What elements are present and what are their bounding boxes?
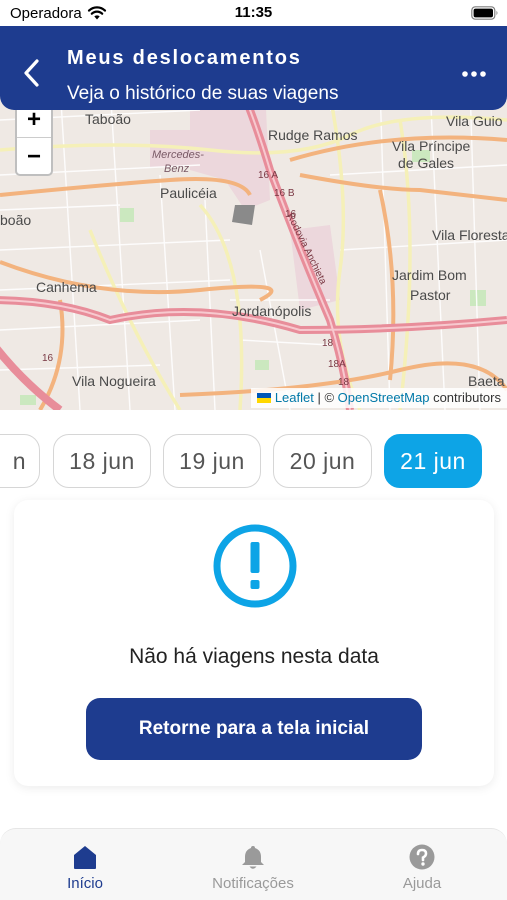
nav-item-inicio[interactable]: Início (25, 829, 145, 900)
map-label: boão (0, 212, 31, 228)
alert-circle-icon (213, 524, 297, 608)
date-chip[interactable]: n (0, 434, 40, 488)
nav-item-notificacoes[interactable]: Notificações (193, 829, 313, 900)
date-chip[interactable]: 18 jun (53, 434, 151, 488)
map-label: Jardim Bom (392, 267, 467, 283)
app-header: Meus deslocamentos Veja o histórico de s… (0, 26, 507, 110)
ukraine-flag-icon (256, 393, 271, 403)
map-label: 16 A (258, 170, 278, 181)
nav-item-ajuda[interactable]: Ajuda (362, 829, 482, 900)
date-chip[interactable]: 19 jun (163, 434, 261, 488)
home-icon (74, 846, 96, 869)
map-label: Taboão (85, 111, 131, 127)
date-selector: n 18 jun 19 jun 20 jun 21 jun (0, 434, 507, 490)
app-screen: Operadora 11:35 Taboão Mercedes- Benz Pa… (0, 0, 507, 900)
attribution-contributors: contributors (429, 390, 501, 405)
date-chip-selected[interactable]: 21 jun (384, 434, 482, 488)
map-label: Vila Floresta (432, 227, 507, 243)
map-label: Vila Guio (446, 113, 503, 129)
nav-label: Ajuda (402, 875, 442, 892)
map-label: 16 B (274, 188, 295, 199)
map-view[interactable]: Taboão Mercedes- Benz Paulicéia Rudge Ra… (0, 85, 507, 410)
map-label: Pastor (410, 287, 451, 303)
map-label: Mercedes- (152, 149, 204, 161)
page-title: Meus deslocamentos (67, 47, 302, 69)
help-icon (409, 844, 435, 870)
map-label: Rudge Ramos (268, 127, 358, 143)
empty-state-card: Não há viagens nesta data Retorne para a… (14, 500, 494, 786)
more-horizontal-icon[interactable] (460, 64, 488, 84)
attribution-separator: | © (313, 390, 338, 405)
status-time: 11:35 (234, 4, 273, 21)
osm-link[interactable]: OpenStreetMap (338, 390, 430, 405)
map-label: Baeta (468, 373, 505, 389)
return-home-button[interactable]: Retorne para a tela inicial (86, 698, 422, 760)
map-label: 18 (338, 377, 350, 388)
map-label: 18A (328, 359, 346, 370)
battery-icon (471, 6, 498, 20)
map-label: Benz (164, 163, 190, 175)
map-label: 16 (42, 353, 54, 364)
map-label: Canhema (36, 279, 97, 295)
map-label: Jordanópolis (232, 303, 311, 319)
map-label: Vila Príncipe (392, 138, 471, 154)
leaflet-link[interactable]: Leaflet (275, 390, 314, 405)
date-chip[interactable]: 20 jun (273, 434, 372, 488)
map-label: 18 (322, 338, 334, 349)
nav-label: Notificações (212, 875, 294, 892)
map-label: Paulicéia (160, 185, 217, 201)
bottom-nav: Início Notificações Ajuda (0, 828, 507, 900)
page-subtitle: Veja o histórico de suas viagens (67, 83, 339, 104)
status-bar: Operadora 11:35 (0, 0, 507, 26)
chevron-left-icon[interactable] (18, 56, 46, 90)
map-tiles: Taboão Mercedes- Benz Paulicéia Rudge Ra… (0, 85, 507, 410)
map-label: de Gales (398, 155, 454, 171)
empty-state-message: Não há viagens nesta data (129, 645, 379, 668)
map-attribution: Leaflet | © OpenStreetMap contributors (250, 388, 507, 408)
bell-icon (242, 846, 264, 869)
zoom-out-button[interactable]: − (17, 139, 51, 175)
map-label: Vila Nogueira (72, 373, 156, 389)
map-label: 16 (285, 209, 297, 220)
zoom-control: + − (15, 100, 53, 176)
nav-label: Início (67, 875, 103, 892)
